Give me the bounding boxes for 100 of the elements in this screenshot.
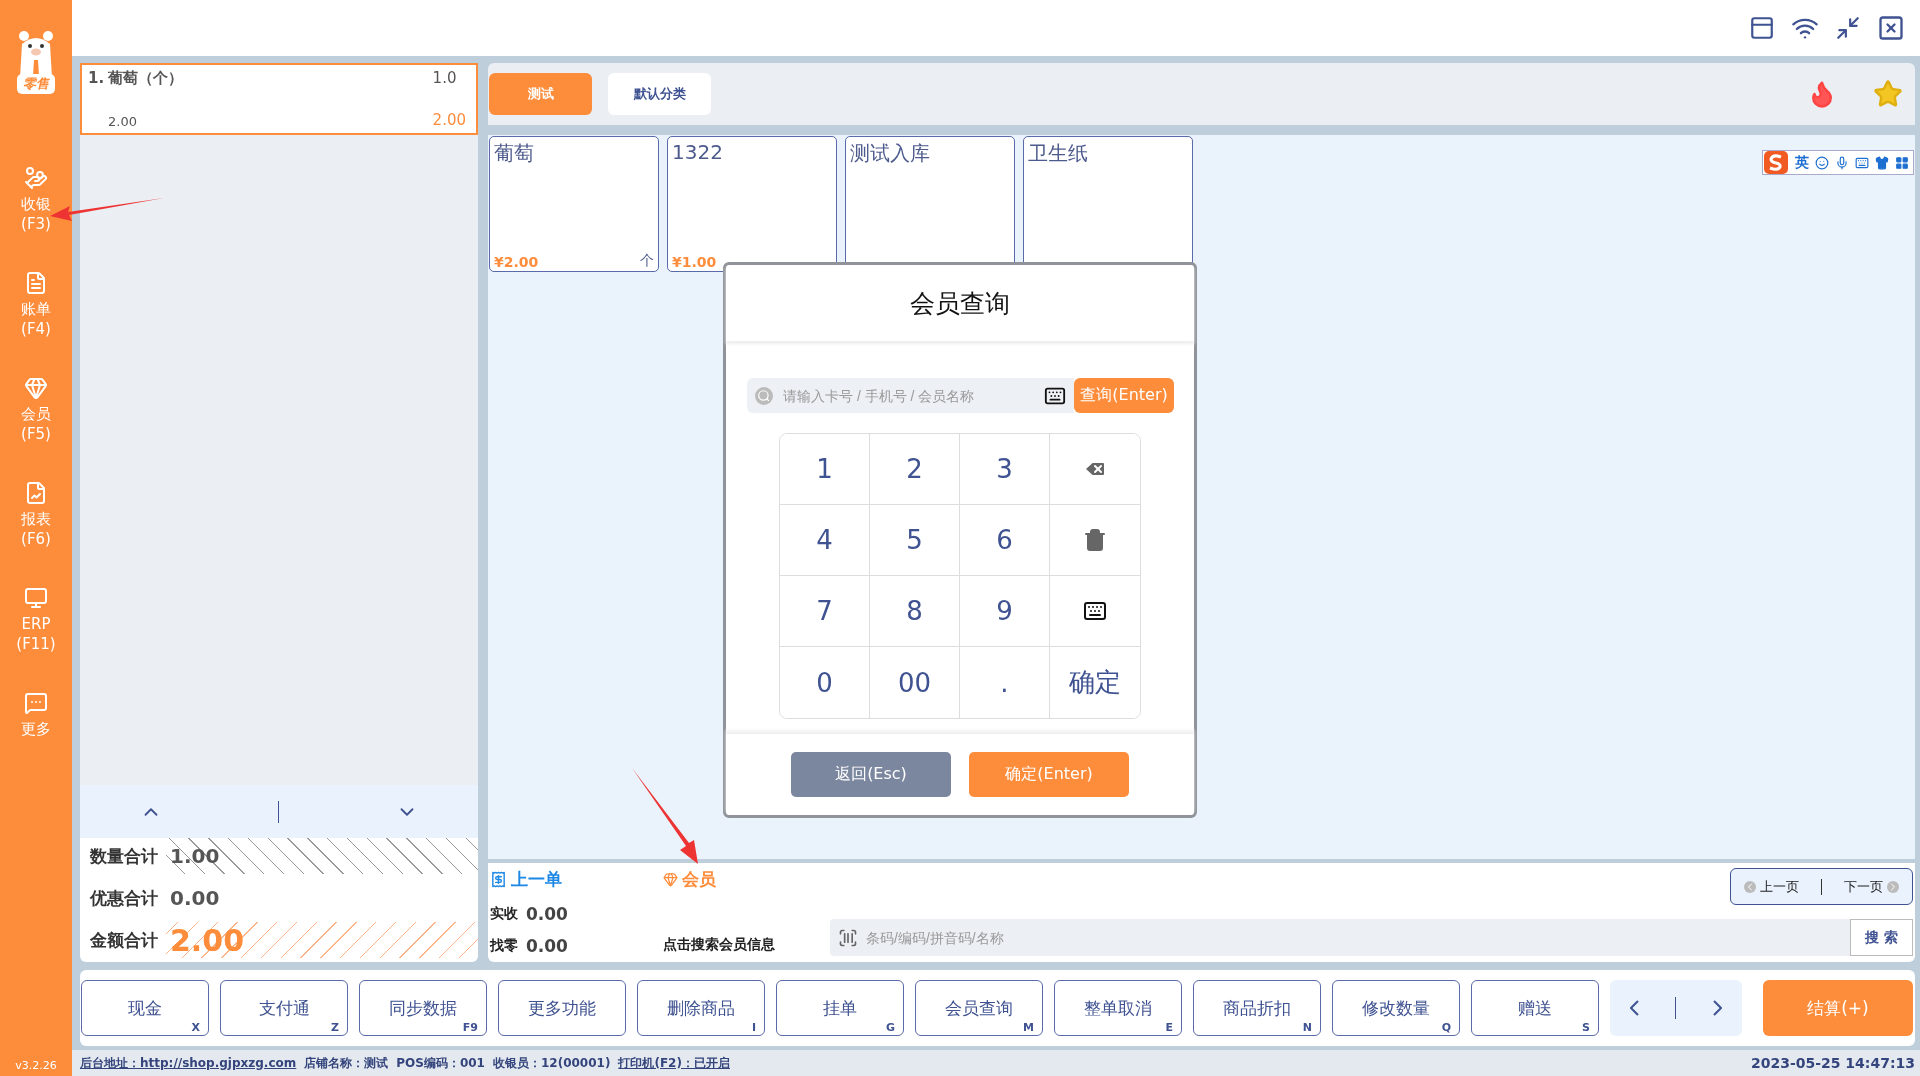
gem-icon: [663, 872, 678, 887]
grid-icon: [1895, 155, 1909, 170]
barcode-scan-icon: [838, 927, 858, 948]
close-button[interactable]: [1877, 14, 1905, 42]
received-label: 实收: [490, 904, 518, 923]
total-label: 优惠合计: [90, 886, 159, 910]
total-label: 金额合计: [90, 928, 159, 952]
item-price: 2.00: [108, 114, 138, 129]
shortcut-key: F9: [462, 1021, 478, 1034]
shortcut-key: N: [1302, 1021, 1312, 1034]
cart-item[interactable]: 1. 葡萄（个） 1.0 2.00 2.00: [80, 63, 478, 135]
keypad-key[interactable]: 4: [780, 505, 870, 576]
keyboard-icon: [1855, 155, 1869, 170]
member-hint: 点击搜索会员信息: [663, 936, 776, 954]
function-button[interactable]: 更多功能: [498, 980, 626, 1036]
close-icon: [1877, 14, 1905, 42]
previous-page-button[interactable]: 上一页: [1740, 877, 1803, 896]
function-button[interactable]: 删除商品 I: [637, 980, 765, 1036]
member-search-field[interactable]: 请输入卡号 / 手机号 / 会员名称: [747, 378, 1074, 413]
receipt-icon: [490, 871, 507, 888]
emoji-icon: [1815, 155, 1829, 170]
chevron-right-icon: [1887, 880, 1899, 893]
product-tile[interactable]: 葡萄 ¥2.00 个: [489, 136, 659, 272]
monitor-icon: [24, 586, 48, 610]
product-search-field[interactable]: 条码/编码/拼音码/名称: [830, 919, 1850, 956]
minimize-icon: [1835, 15, 1861, 41]
logo-text: 零售: [17, 74, 55, 94]
shortcut-key: Q: [1441, 1021, 1451, 1034]
back-button[interactable]: 返回(Esc): [791, 752, 951, 797]
function-button[interactable]: 整单取消 E: [1054, 980, 1182, 1036]
star-icon[interactable]: [1873, 79, 1903, 109]
status-link[interactable]: 后台地址：http://shop.gjpxzg.com: [80, 1054, 297, 1072]
product-name: 1322: [672, 140, 724, 164]
function-button[interactable]: 现金 X: [81, 980, 209, 1036]
category-tab[interactable]: 默认分类: [608, 73, 711, 115]
keypad-key[interactable]: 1: [780, 434, 870, 505]
product-price: ¥1.00: [672, 254, 717, 270]
hand-coin-icon: [24, 166, 48, 190]
more-icon: [24, 691, 48, 715]
keypad-key[interactable]: 0: [780, 647, 870, 718]
shortcut-key: I: [751, 1021, 756, 1034]
shortcut-key: M: [1023, 1021, 1034, 1034]
function-button[interactable]: 支付通 Z: [220, 980, 348, 1036]
status-datetime: 2023-05-25 14:47:13: [1750, 1055, 1915, 1071]
status-link[interactable]: 打印机(F2)：已开启: [618, 1054, 730, 1072]
chevron-right-icon: [1712, 1000, 1722, 1016]
shortcut-key: Z: [331, 1021, 339, 1034]
status-text: 收银员：12(00001): [492, 1054, 611, 1072]
item-amount: 2.00: [432, 111, 466, 129]
function-button[interactable]: 挂单 G: [776, 980, 904, 1036]
status-text: POS编码：001: [396, 1054, 485, 1072]
function-button[interactable]: 修改数量 Q: [1332, 980, 1460, 1036]
function-button[interactable]: 赠送 S: [1471, 980, 1599, 1036]
product-tile[interactable]: 1322 ¥1.00: [667, 136, 837, 272]
gem-icon: [24, 376, 48, 400]
received-value: 0.00: [526, 903, 568, 924]
product-name: 测试入库: [850, 140, 931, 167]
microphone-icon: [1835, 155, 1849, 170]
keypad-key[interactable]: 7: [780, 576, 870, 647]
change-label: 找零: [490, 937, 518, 955]
product-name: 卫生纸: [1028, 140, 1089, 167]
function-button[interactable]: 同步数据 F9: [359, 980, 487, 1036]
product-name: 葡萄: [494, 140, 535, 167]
ime-mode-label: 英: [1795, 153, 1809, 172]
shortcut-key: G: [885, 1021, 895, 1034]
trash-icon: [1083, 528, 1107, 552]
shortcut-key: X: [191, 1021, 200, 1034]
item-index: 1.: [88, 69, 106, 89]
chevron-left-icon: [1630, 1000, 1640, 1016]
minimize-button[interactable]: [1835, 15, 1861, 41]
total-value: 0.00: [169, 886, 220, 910]
keypad-key[interactable]: 2: [870, 434, 960, 505]
search-input[interactable]: 请输入卡号 / 手机号 / 会员名称: [781, 386, 1036, 405]
keyboard-icon: [1083, 599, 1107, 623]
item-name: 葡萄（个）: [108, 69, 184, 89]
shirt-icon: [1875, 155, 1889, 170]
search-icon: [755, 386, 773, 405]
status-text: 店铺名称：测试: [304, 1054, 389, 1072]
change-value: 0.00: [526, 936, 568, 956]
shortcut-key: E: [1165, 1021, 1173, 1034]
last-order-link[interactable]: 上一单: [490, 868, 663, 891]
keypad-key[interactable]: 5: [870, 505, 960, 576]
chart-icon: [24, 481, 48, 505]
search-input[interactable]: 条码/编码/拼音码/名称: [864, 928, 1842, 947]
shortcut-key: S: [1582, 1021, 1590, 1034]
search-button[interactable]: 搜 索: [1850, 919, 1913, 956]
keypad-key[interactable]: 8: [870, 576, 960, 647]
keypad-key[interactable]: 3: [960, 434, 1050, 505]
next-page-button[interactable]: 下一页: [1840, 877, 1903, 896]
function-button[interactable]: 商品折扣 N: [1193, 980, 1321, 1036]
keypad-key[interactable]: 9: [960, 576, 1050, 647]
document-icon: [24, 271, 48, 295]
function-button[interactable]: 会员查询 M: [915, 980, 1043, 1036]
total-label: 数量合计: [90, 844, 159, 868]
backspace-key[interactable]: [1050, 434, 1140, 505]
version-label: v3.2.26: [15, 1059, 57, 1074]
item-quantity: 1.0: [432, 69, 458, 89]
keypad-key[interactable]: 6: [960, 505, 1050, 576]
chevron-left-icon: [1744, 880, 1756, 893]
product-price: ¥2.00: [494, 254, 539, 270]
